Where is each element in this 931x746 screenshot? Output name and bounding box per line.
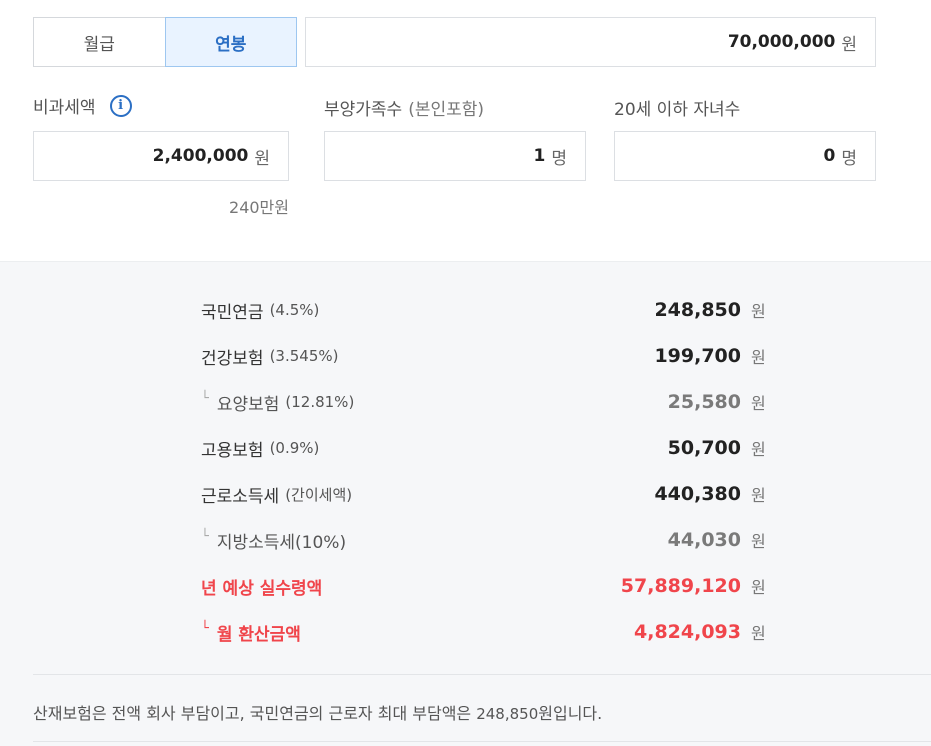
- result-unit: 원: [751, 348, 766, 367]
- monthly-tab[interactable]: 월급: [33, 17, 166, 67]
- result-unit: 원: [751, 624, 766, 643]
- result-unit: 원: [751, 486, 766, 505]
- footnote: 산재보험은 전액 회사 부담이고, 국민연금의 근로자 최대 부담액은 248,…: [33, 700, 602, 724]
- nontax-unit: 원: [254, 148, 270, 169]
- result-amount: 199,700: [654, 345, 741, 367]
- children-label-text: 20세 이하 자녀수: [614, 100, 741, 120]
- dependents-label: 부양가족수 (본인포함): [324, 95, 484, 120]
- dependents-unit: 명: [551, 148, 567, 169]
- salary-input[interactable]: 70,000,000 원: [305, 17, 876, 67]
- dependents-value: 1: [533, 146, 546, 166]
- result-name: 년 예상 실수령액: [201, 578, 323, 599]
- footnote-text-after: 원입니다.: [538, 704, 603, 723]
- bottom-divider: [33, 741, 931, 742]
- result-rate: (4.5%): [269, 301, 320, 319]
- result-unit: 원: [751, 394, 766, 413]
- dependents-input[interactable]: 1 명: [324, 131, 586, 181]
- nontax-input[interactable]: 2,400,000 원: [33, 131, 289, 181]
- result-row-employment: 고용보험 (0.9%) 50,700 원: [201, 434, 771, 462]
- dependents-sublabel: (본인포함): [408, 100, 485, 120]
- annual-tab[interactable]: 연봉: [164, 17, 297, 67]
- result-amount: 57,889,120: [620, 575, 741, 597]
- result-name: 요양보험: [216, 394, 280, 415]
- result-name: 국민연금: [201, 302, 264, 323]
- result-row-local-tax: └ 지방소득세(10%) 44,030 원: [201, 526, 771, 554]
- salary-unit: 원: [841, 34, 857, 55]
- result-row-monthly-net: └ 월 환산금액 4,824,093 원: [201, 618, 771, 646]
- result-amount: 50,700: [667, 437, 741, 459]
- children-label: 20세 이하 자녀수: [614, 95, 740, 120]
- dependents-label-text: 부양가족수: [324, 100, 403, 120]
- nontax-label-text: 비과세액: [33, 98, 96, 118]
- result-unit: 원: [751, 302, 766, 321]
- result-unit: 원: [751, 578, 766, 597]
- result-name: 건강보험: [201, 348, 264, 369]
- result-row-income-tax: 근로소득세 (간이세액) 440,380 원: [201, 480, 771, 508]
- result-name: 지방소득세(10%): [216, 532, 347, 553]
- result-rate: (0.9%): [269, 439, 320, 457]
- result-rate: (3.545%): [269, 347, 339, 365]
- result-row-health: 건강보험 (3.545%) 199,700 원: [201, 342, 771, 370]
- nontax-label: 비과세액 i: [33, 93, 132, 118]
- branch-icon: └: [201, 620, 209, 636]
- divider: [33, 674, 931, 675]
- children-input[interactable]: 0 명: [614, 131, 876, 181]
- footnote-amount: 248,850: [476, 705, 539, 723]
- result-row-annual-net: 년 예상 실수령액 57,889,120 원: [201, 572, 771, 600]
- branch-icon: └: [201, 528, 209, 544]
- result-unit: 원: [751, 532, 766, 551]
- nontax-helper-text: 240만원: [229, 198, 289, 217]
- children-value: 0: [823, 146, 836, 166]
- children-unit: 명: [841, 148, 857, 169]
- footnote-text-before: 산재보험은 전액 회사 부담이고, 국민연금의 근로자 최대 부담액은: [33, 704, 477, 723]
- result-amount: 44,030: [667, 529, 741, 551]
- nontax-value: 2,400,000: [152, 146, 249, 166]
- result-unit: 원: [751, 440, 766, 459]
- result-row-care: └ 요양보험 (12.81%) 25,580 원: [201, 388, 771, 416]
- result-name: 월 환산금액: [216, 624, 301, 645]
- result-rate: (간이세액): [285, 485, 353, 504]
- pay-type-toggle: 월급 연봉: [33, 17, 297, 67]
- result-amount: 248,850: [654, 299, 741, 321]
- info-icon[interactable]: i: [109, 94, 132, 117]
- result-amount: 4,824,093: [634, 621, 741, 643]
- result-name: 근로소득세: [201, 486, 280, 507]
- salary-value: 70,000,000: [727, 32, 836, 52]
- result-name: 고용보험: [201, 440, 264, 461]
- branch-icon: └: [201, 390, 209, 406]
- result-row-pension: 국민연금 (4.5%) 248,850 원: [201, 296, 771, 324]
- result-amount: 25,580: [667, 391, 741, 413]
- result-amount: 440,380: [654, 483, 741, 505]
- result-rate: (12.81%): [285, 393, 355, 411]
